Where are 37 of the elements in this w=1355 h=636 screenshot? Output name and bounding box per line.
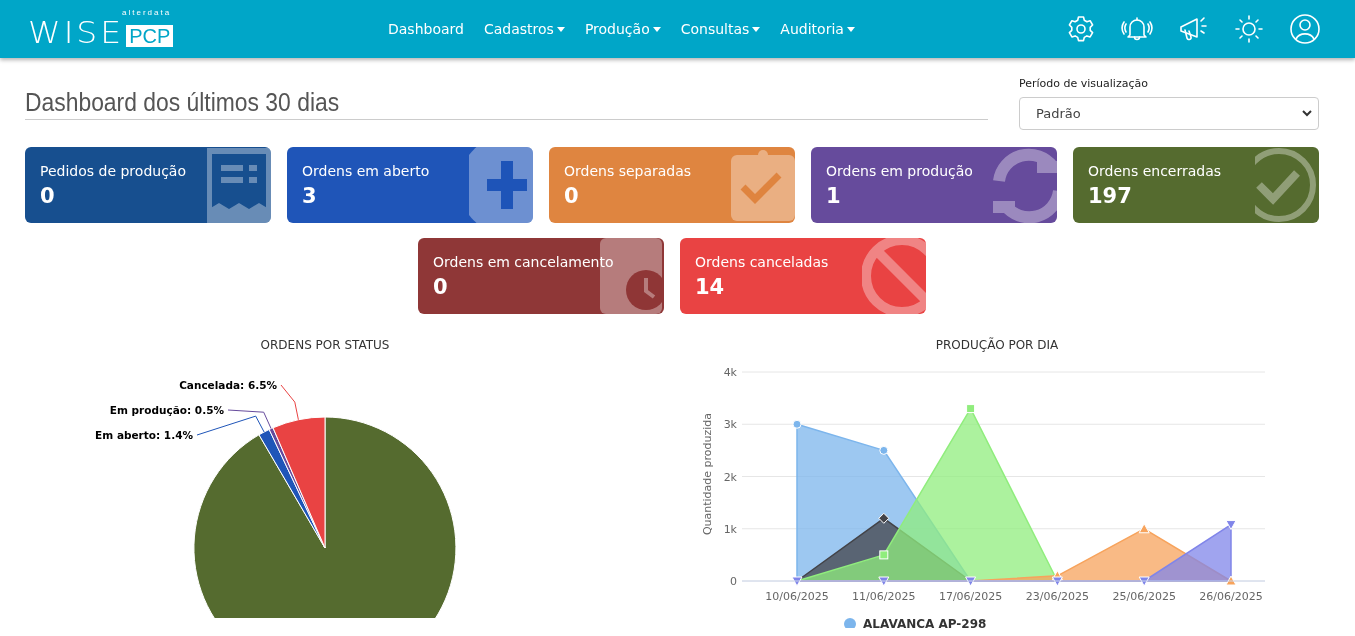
card-value: 0 bbox=[564, 184, 579, 208]
slice-label: Cancelada: 6.5% bbox=[179, 379, 277, 391]
card-label: Ordens encerradas bbox=[1088, 163, 1222, 179]
axis-title: Quantidade produzida bbox=[701, 412, 714, 536]
logo-text: WISE bbox=[28, 18, 125, 48]
axis-tick-label: 23/06/2025 bbox=[1025, 590, 1090, 603]
axis-tick-label: 3k bbox=[723, 418, 737, 432]
card-value: 3 bbox=[302, 184, 317, 208]
field-label: Período de visualização bbox=[1019, 77, 1149, 90]
page-title: Dashboard dos últimos 30 dias bbox=[25, 86, 340, 119]
card-label: Ordens separadas bbox=[564, 163, 692, 179]
axis-tick-label: 25/06/2025 bbox=[1112, 590, 1176, 603]
chart-title: ORDENS POR STATUS bbox=[260, 338, 390, 354]
slice-label: Em produção: 0.5% bbox=[109, 404, 224, 416]
card-value: 14 bbox=[695, 275, 725, 299]
axis-tick-label: 4k bbox=[723, 366, 737, 379]
axis-tick-label: 26/06/2025 bbox=[1199, 590, 1263, 603]
card-label: Pedidos de produção bbox=[40, 163, 186, 179]
logo-product-badge: PCP bbox=[126, 25, 174, 47]
card-label: Ordens em produção bbox=[826, 163, 973, 179]
legend-label: ALAVANCA AP-298 bbox=[863, 617, 987, 628]
card-value: 1 bbox=[826, 184, 841, 208]
chart-title: PRODUÇÃO POR DIA bbox=[935, 338, 1059, 354]
axis-tick-label: 2k bbox=[723, 470, 737, 484]
slice-label: Em aberto: 1.4% bbox=[95, 429, 193, 441]
card-value: 0 bbox=[40, 184, 55, 208]
card-label: Ordens canceladas bbox=[695, 254, 829, 270]
axis-tick-label: 17/06/2025 bbox=[938, 590, 1003, 603]
axis-tick-label: 11/06/2025 bbox=[852, 590, 916, 603]
card-label: Ordens em cancelamento bbox=[433, 254, 614, 270]
logo-brand-text: alterdata bbox=[122, 9, 173, 17]
axis-tick-label: 10/06/2025 bbox=[765, 590, 829, 603]
axis-tick-label: 0 bbox=[730, 575, 737, 588]
card-value: 0 bbox=[433, 275, 448, 299]
card-label: Ordens em aberto bbox=[302, 163, 430, 179]
axis-tick-label: 1k bbox=[723, 522, 737, 536]
card-value: 197 bbox=[1088, 184, 1132, 208]
